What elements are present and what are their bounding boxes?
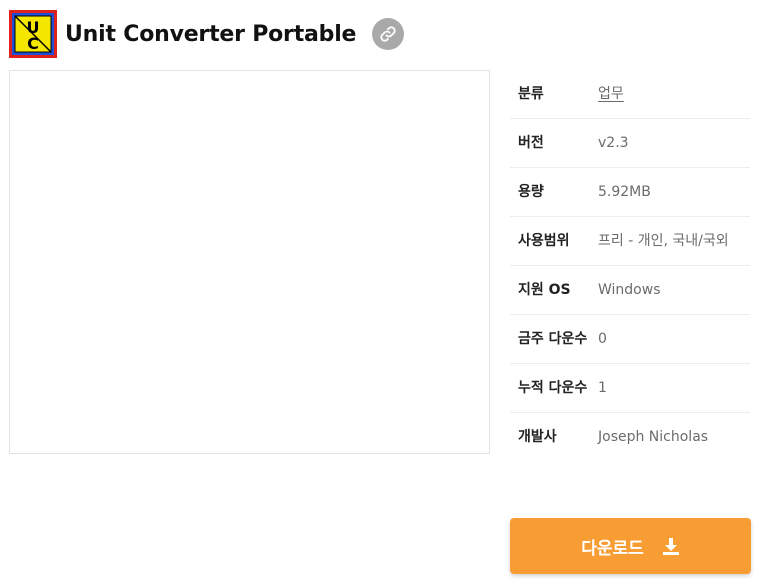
copy-link-button[interactable] [372,18,405,50]
link-icon [380,26,396,42]
info-value: v2.3 [598,135,629,151]
app-header: U C Unit Converter Portable [9,10,405,58]
info-label: 개발사 [518,429,557,445]
info-row-version: 버전 v2.3 [510,119,750,168]
download-icon [662,537,680,555]
info-value: 1 [598,380,607,396]
screenshot-preview [9,70,490,454]
info-value: 0 [598,331,607,347]
info-label: 분류 [518,86,544,102]
info-label: 버전 [518,135,544,151]
app-logo: U C [9,10,57,58]
info-value: 프리 - 개인, 국내/국외 [598,233,729,249]
download-label: 다운로드 [581,538,644,559]
info-row-developer: 개발사 Joseph Nicholas [510,413,750,461]
info-label: 용량 [518,184,544,200]
info-row-weekly-downloads: 금주 다운수 0 [510,315,750,364]
info-table: 분류 업무 버전 v2.3 용량 5.92MB 사용범위 프리 - 개인, 국내… [510,70,750,461]
info-label: 지원 OS [518,282,571,298]
info-label: 누적 다운수 [518,380,588,396]
info-row-total-downloads: 누적 다운수 1 [510,364,750,413]
info-value: Windows [598,282,661,298]
info-value: Joseph Nicholas [598,429,709,445]
info-label: 사용범위 [518,233,570,249]
download-button[interactable]: 다운로드 [510,518,751,574]
info-row-size: 용량 5.92MB [510,168,750,217]
info-value: 5.92MB [598,184,651,200]
info-value: 업무 [598,83,750,106]
info-row-category: 분류 업무 [510,70,750,119]
info-row-license: 사용범위 프리 - 개인, 국내/국외 [510,217,750,266]
logo-letter-c: C [27,34,39,53]
info-row-os: 지원 OS Windows [510,266,750,315]
category-link[interactable]: 업무 [598,86,624,102]
app-title: Unit Converter Portable [65,21,357,47]
info-label: 금주 다운수 [518,331,588,347]
